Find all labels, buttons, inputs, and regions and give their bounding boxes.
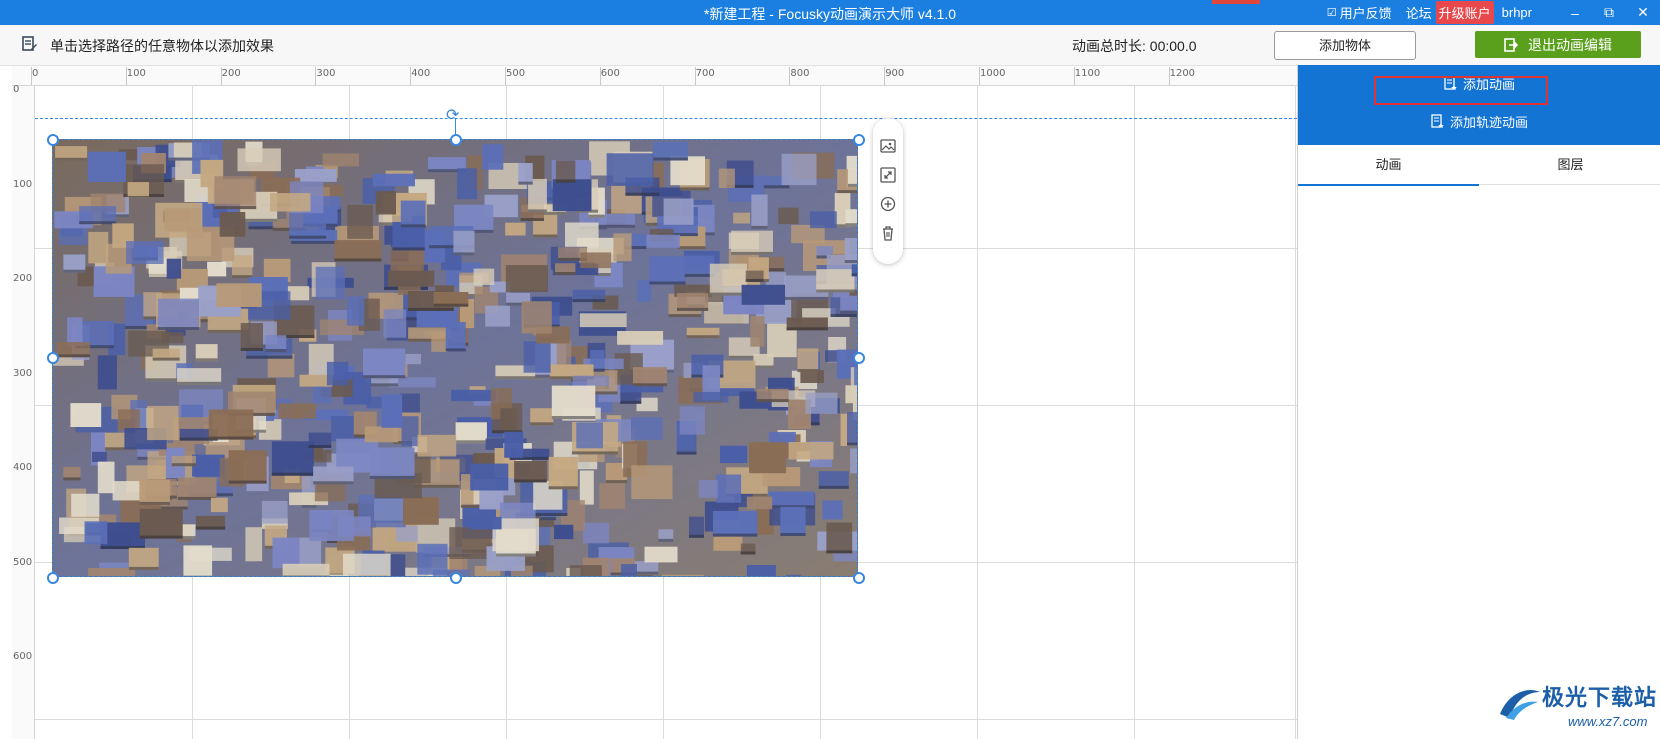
ruler-tick-label: 1100	[1074, 68, 1101, 79]
feedback-link[interactable]: ☑ 用户反馈	[1327, 3, 1392, 22]
rotate-icon[interactable]: ⟳	[446, 105, 459, 125]
resize-handle[interactable]	[47, 572, 59, 584]
close-button[interactable]: ✕	[1626, 4, 1660, 21]
titlebar-actions: ☑ 用户反馈 论坛 升级账户 brhpr – ⧉ ✕	[1327, 0, 1660, 25]
tab-layers[interactable]: 图层	[1480, 146, 1660, 184]
ruler-tick-label: 200	[13, 273, 33, 284]
delete-icon[interactable]	[880, 225, 896, 241]
grid-line	[977, 86, 978, 739]
exit-animation-edit-button[interactable]: 退出动画编辑	[1475, 31, 1641, 58]
ruler-tick-label: 400	[411, 68, 431, 79]
panel-tabs: 动画 图层	[1298, 146, 1660, 186]
city-rooftops-image	[53, 140, 857, 576]
ruler-tick-label: 800	[790, 68, 810, 79]
grid-line	[1295, 86, 1296, 739]
ruler-tick-label: 1000	[980, 68, 1006, 79]
upgrade-account-button[interactable]: 升级账户	[1435, 1, 1494, 24]
exit-edit-label: 退出动画编辑	[1528, 36, 1612, 53]
ruler-tick-label: 500	[13, 556, 33, 568]
add-object-button[interactable]: 添加物体	[1274, 31, 1416, 60]
feedback-label: 用户反馈	[1339, 6, 1392, 21]
exit-icon	[1504, 37, 1518, 52]
username[interactable]: brhpr	[1502, 5, 1532, 20]
fullscreen-icon[interactable]	[880, 167, 896, 183]
add-circle-icon[interactable]	[880, 196, 896, 212]
resize-handle[interactable]	[853, 572, 865, 584]
instruction-text: 单击选择路径的任意物体以添加效果	[50, 38, 274, 54]
ruler-tick-label: 600	[600, 68, 620, 79]
ruler-tick-label: 600	[13, 651, 33, 662]
add-path-animation-button[interactable]: 添加轨迹动画	[1298, 111, 1660, 131]
top-ruler: 0 100 200 300 400 500 600 700 800 900 1000 1100 1200	[12, 66, 1297, 86]
object-float-toolbar	[873, 118, 903, 264]
title-bar: *新建工程 - Focusky动画演示大师 v4.1.0 ☑ 用户反馈 论坛 升…	[0, 0, 1660, 25]
ruler-tick-label: 700	[695, 68, 715, 79]
ruler-tick-label: 1200	[1169, 68, 1196, 79]
watermark-url: www.xz7.com	[1568, 714, 1648, 729]
ruler-tick-label: 0	[32, 68, 39, 79]
resize-handle[interactable]	[853, 352, 865, 364]
tab-animation[interactable]: 动画	[1298, 146, 1479, 186]
watermark-logo	[1500, 690, 1540, 720]
path-guide-line	[35, 118, 1297, 119]
grid-line	[35, 719, 1297, 720]
add-path-animation-icon	[1431, 114, 1444, 128]
replace-image-icon[interactable]	[880, 138, 896, 154]
ruler-tick-label: 100	[13, 178, 33, 190]
watermark-text: 极光下载站	[1542, 686, 1658, 711]
resize-handle[interactable]	[450, 572, 462, 584]
add-path-animation-label: 添加轨迹动画	[1449, 114, 1528, 130]
forum-link[interactable]: 论坛	[1406, 3, 1432, 22]
edit-icon: ☑	[1326, 7, 1337, 19]
ruler-tick-label: 400	[13, 462, 33, 473]
resize-handle[interactable]	[47, 134, 59, 146]
left-ruler: 0 100 200 300 400 500 600	[12, 84, 35, 739]
ruler-tick-label: 200	[221, 68, 241, 79]
panel-header: 添加动画 添加轨迹动画	[1298, 65, 1660, 145]
ruler-tick-label: 300	[13, 367, 33, 379]
ruler-tick-label: 0	[13, 84, 20, 95]
resize-handle[interactable]	[450, 134, 462, 146]
site-watermark: 极光下载站 www.xz7.com	[1490, 680, 1660, 739]
toolbar: 单击选择路径的任意物体以添加效果 动画总时长: 00:00.0 添加物体 退出动…	[0, 25, 1660, 66]
ruler-tick-label: 300	[316, 68, 336, 79]
selected-city-image[interactable]	[52, 139, 858, 577]
ruler-tick-label: 100	[126, 68, 146, 79]
resize-handle[interactable]	[47, 352, 59, 364]
total-duration: 动画总时长: 00:00.0	[1072, 38, 1197, 54]
minimize-button[interactable]: –	[1558, 5, 1592, 21]
grid-line	[1134, 86, 1135, 739]
ruler-tick-label: 500	[506, 68, 526, 79]
animation-panel: 添加动画 添加轨迹动画 动画 图层	[1297, 65, 1660, 739]
restore-button[interactable]: ⧉	[1592, 4, 1626, 21]
highlight-box	[1374, 76, 1548, 105]
list-edit-icon	[22, 36, 37, 51]
resize-handle[interactable]	[853, 134, 865, 146]
ruler-tick-label: 900	[885, 68, 905, 79]
